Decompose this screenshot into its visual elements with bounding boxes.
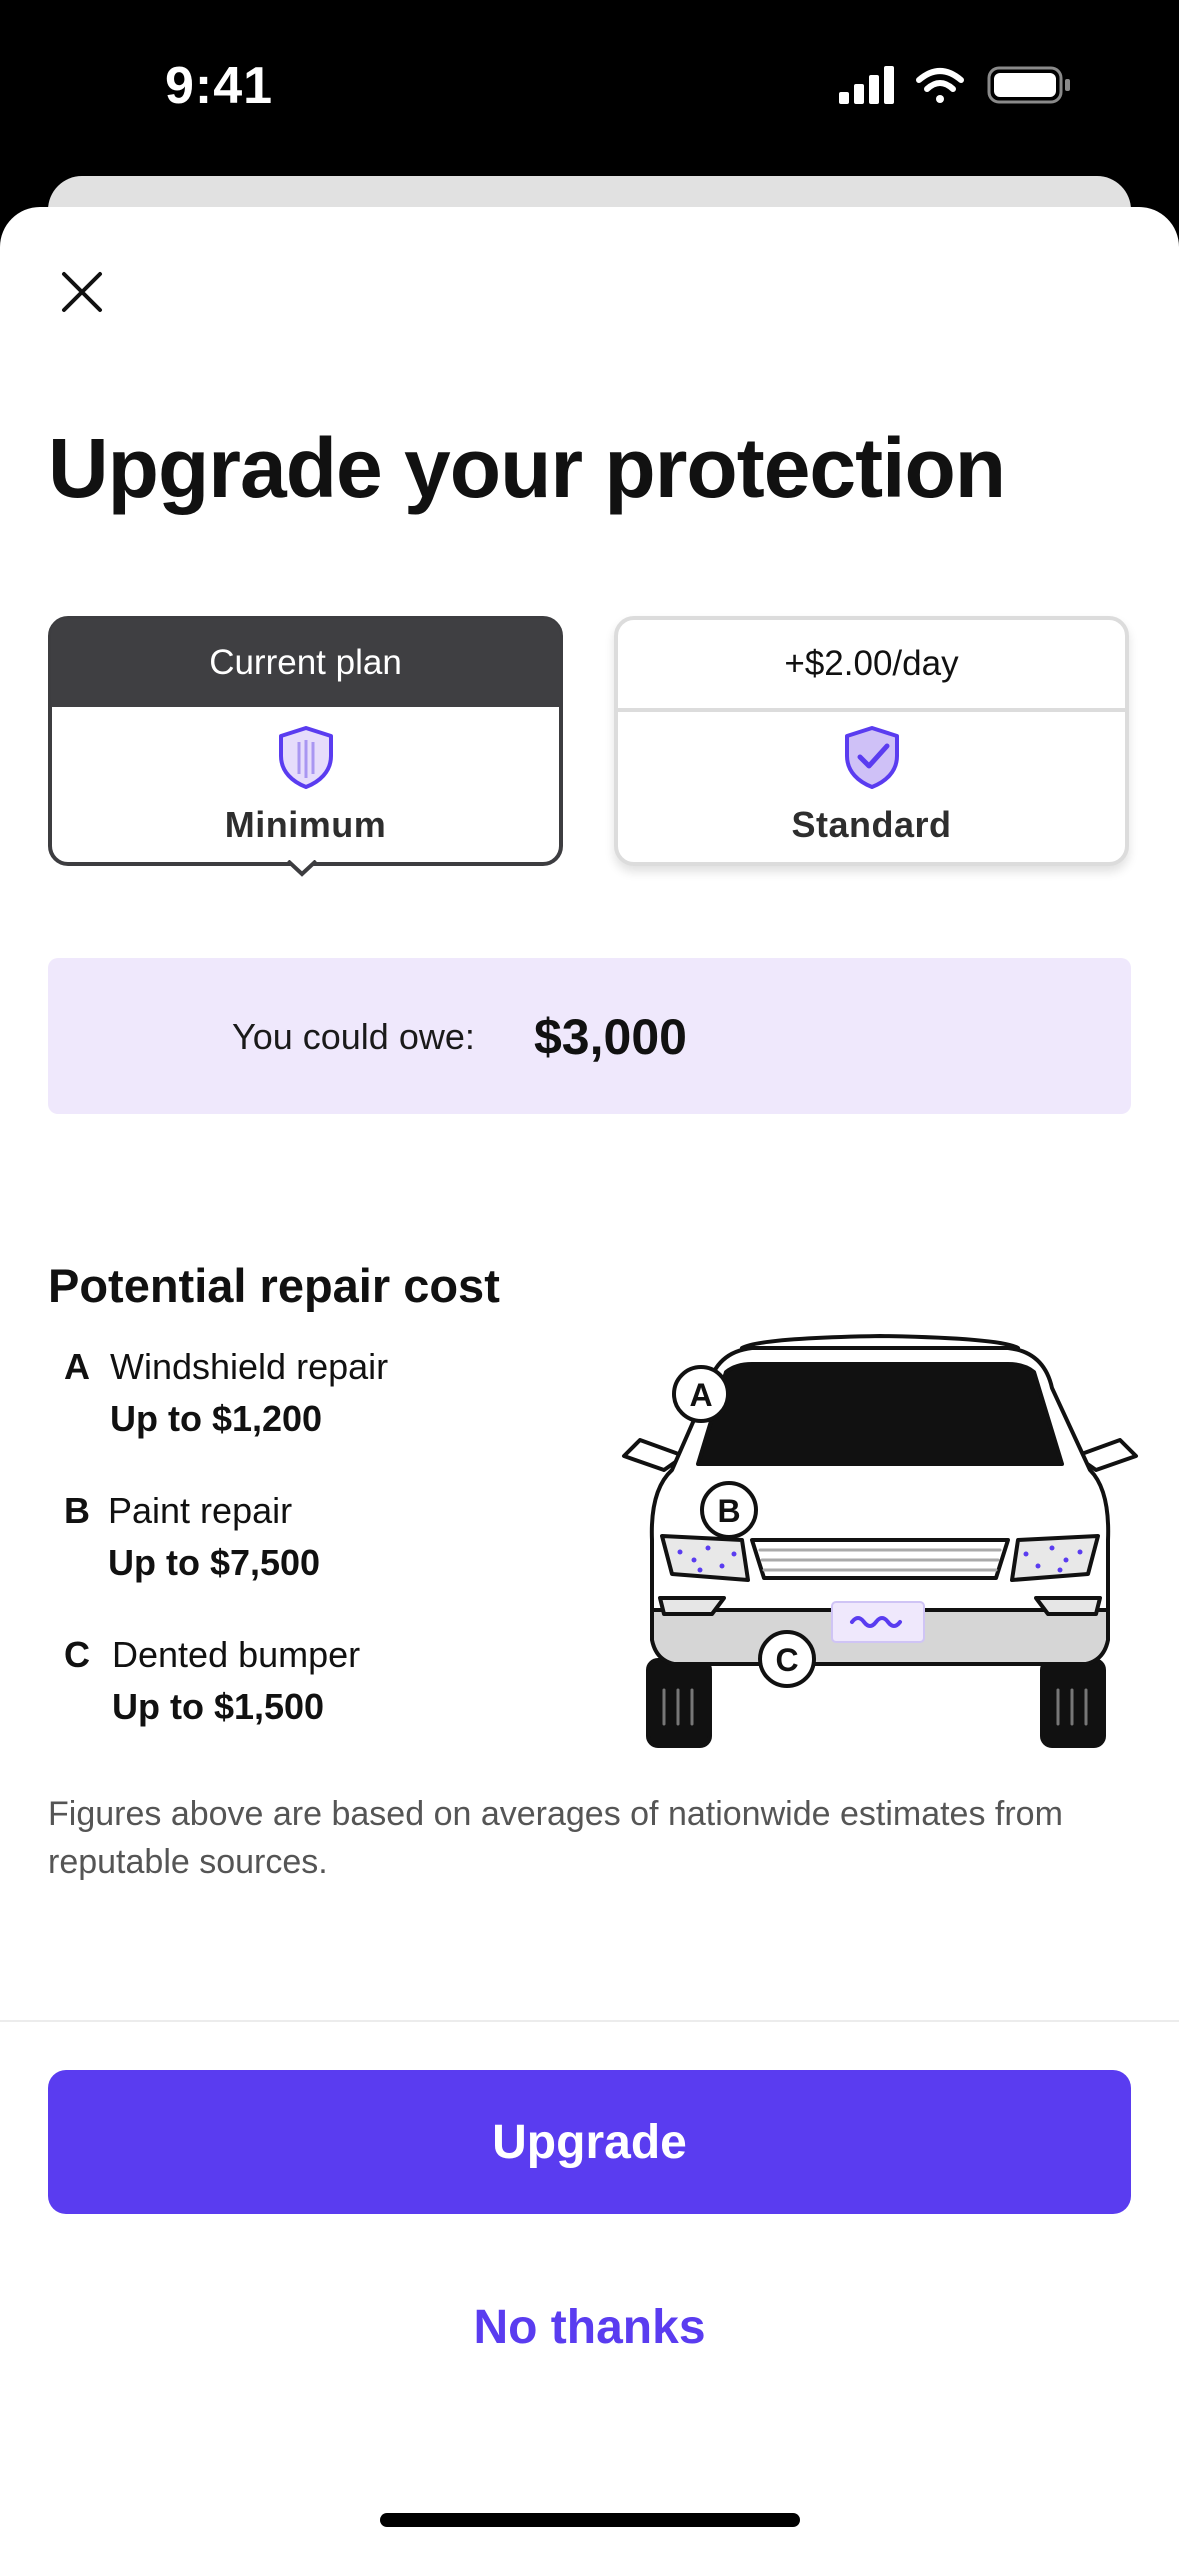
repair-name: Dented bumper xyxy=(112,1634,361,1675)
marker-c-label: C xyxy=(775,1642,798,1678)
owe-label: You could owe: xyxy=(232,1016,475,1057)
repair-letter: B xyxy=(64,1490,90,1531)
status-time: 9:41 xyxy=(165,57,274,115)
footer-divider xyxy=(0,2020,1179,2022)
marker-b-label: B xyxy=(717,1493,740,1529)
no-thanks-link[interactable]: No thanks xyxy=(0,2300,1179,2355)
repair-name: Windshield repair xyxy=(110,1346,389,1387)
plan-card-current[interactable]: Current plan Minimum xyxy=(48,616,563,866)
repair-letter: C xyxy=(64,1634,90,1675)
repair-cost: Up to $7,500 xyxy=(108,1542,321,1583)
plan-card-standard[interactable]: +$2.00/day Standard xyxy=(614,616,1129,866)
damage-marker-b: B xyxy=(700,1481,758,1539)
repair-cost: Up to $1,500 xyxy=(112,1686,325,1727)
current-plan-name: Minimum xyxy=(224,804,387,845)
page-title: Upgrade your protection xyxy=(48,421,1006,515)
damage-marker-c: C xyxy=(758,1630,816,1688)
wifi-icon xyxy=(916,68,964,103)
home-indicator xyxy=(380,2513,800,2527)
marker-a-label: A xyxy=(689,1377,712,1413)
owe-banner: You could owe: $3,000 xyxy=(48,958,1131,1114)
current-plan-label: Current plan xyxy=(51,619,560,707)
standard-plan-price: +$2.00/day xyxy=(618,620,1125,712)
license-plate xyxy=(831,1601,925,1643)
shield-check-icon xyxy=(844,726,899,789)
status-icons xyxy=(839,66,1070,104)
car-damage-diagram: A B C xyxy=(622,1334,1138,1748)
shield-icon xyxy=(278,726,333,789)
damage-marker-a: A xyxy=(672,1365,730,1423)
standard-plan-name: Standard xyxy=(791,804,952,845)
disclaimer: Figures above are based on averages of n… xyxy=(48,1795,1063,1881)
close-icon xyxy=(62,272,102,312)
upgrade-button[interactable]: Upgrade xyxy=(48,2070,1131,2214)
close-button[interactable] xyxy=(52,262,112,322)
repair-cost: Up to $1,200 xyxy=(110,1398,323,1439)
owe-amount: $3,000 xyxy=(534,1009,687,1065)
cellular-signal-icon xyxy=(839,66,894,104)
battery-icon xyxy=(987,66,1070,104)
status-bar: 9:41 xyxy=(0,0,1179,170)
selected-pointer xyxy=(287,860,317,877)
repair-title: Potential repair cost xyxy=(48,1259,500,1312)
repair-name: Paint repair xyxy=(108,1490,293,1531)
repair-letter: A xyxy=(64,1346,90,1387)
